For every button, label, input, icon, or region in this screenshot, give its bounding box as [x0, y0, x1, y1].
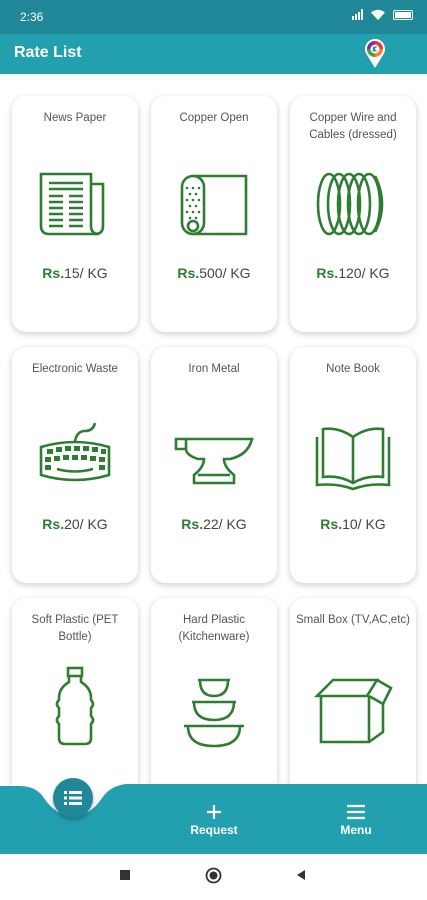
price-value: 15	[64, 265, 80, 281]
card-name: Note Book	[326, 363, 380, 375]
newspaper-icon	[35, 162, 115, 246]
rate-card-copper-open[interactable]: Copper Open Rs.500/ KG	[151, 96, 277, 332]
rate-card-soft-plastic[interactable]: Soft Plastic (PET Bottle)	[12, 598, 138, 786]
price-unit: / KG	[361, 265, 390, 281]
recents-icon[interactable]	[119, 869, 131, 881]
app-bar: Rate List	[0, 34, 427, 74]
card-price: Rs.15/ KG	[12, 265, 138, 281]
rate-card-small-box[interactable]: Small Box (TV,AC,etc)	[290, 598, 416, 786]
request-button[interactable]: Request	[169, 804, 259, 844]
rate-card-copper-wire[interactable]: Copper Wire and Cables (dressed) Rs.120/…	[290, 96, 416, 332]
keyboard-icon	[35, 413, 115, 497]
rate-card-hard-plastic[interactable]: Hard Plastic (Kitchenware)	[151, 598, 277, 786]
currency-label: Rs.	[42, 516, 65, 532]
card-price: Rs.500/ KG	[151, 265, 277, 281]
rate-card-note-book[interactable]: Note Book Rs.10/ KG	[290, 347, 416, 583]
card-name: Copper Open	[179, 112, 249, 124]
status-bar: 2:36	[0, 0, 427, 34]
price-unit: / KG	[222, 265, 251, 281]
price-unit: / KG	[357, 516, 386, 532]
hamburger-icon	[347, 804, 365, 820]
status-time: 2:36	[20, 10, 44, 24]
bowls-icon	[174, 664, 254, 748]
wifi-icon	[371, 9, 385, 20]
card-name: Soft Plastic (PET Bottle)	[31, 614, 119, 643]
price-value: 20	[64, 516, 80, 532]
signal-icon	[352, 9, 363, 20]
card-price: Rs.20/ KG	[12, 516, 138, 532]
page-title: Rate List	[14, 44, 82, 61]
currency-label: Rs.	[181, 516, 204, 532]
price-value: 500	[199, 265, 223, 281]
rate-card-news-paper[interactable]: News Paper Rs.15/ KG	[12, 96, 138, 332]
home-icon[interactable]	[205, 867, 222, 884]
currency-label: Rs.	[177, 265, 200, 281]
price-unit: / KG	[218, 516, 247, 532]
card-price: Rs.22/ KG	[151, 516, 277, 532]
price-unit: / KG	[79, 516, 108, 532]
request-label: Request	[190, 823, 238, 837]
back-icon[interactable]	[295, 869, 307, 881]
box-icon	[313, 664, 393, 748]
card-name: News Paper	[43, 112, 107, 124]
rate-list-grid[interactable]: News Paper Rs.15/ KG Copper Open Rs.500/…	[0, 74, 427, 786]
rate-card-electronic-waste[interactable]: Electronic Waste Rs.20/ KG	[12, 347, 138, 583]
price-value: 22	[203, 516, 219, 532]
logo-icon[interactable]	[363, 37, 387, 71]
menu-label: Menu	[340, 823, 372, 837]
plus-icon	[207, 805, 221, 819]
copper-sheet-icon	[174, 162, 254, 246]
bottle-icon	[35, 664, 115, 748]
card-name: Copper Wire and Cables (dressed)	[309, 112, 397, 141]
card-name: Electronic Waste	[32, 363, 118, 375]
card-price: Rs.120/ KG	[290, 265, 416, 281]
open-book-icon	[313, 413, 393, 497]
menu-button[interactable]: Menu	[311, 804, 401, 844]
rate-card-iron-metal[interactable]: Iron Metal Rs.22/ KG	[151, 347, 277, 583]
currency-label: Rs.	[42, 265, 65, 281]
anvil-icon	[174, 413, 254, 497]
card-name: Iron Metal	[188, 363, 240, 375]
wire-coil-icon	[313, 162, 393, 246]
system-nav-bar	[0, 854, 427, 900]
price-unit: / KG	[79, 265, 108, 281]
status-icons	[352, 9, 413, 20]
currency-label: Rs.	[320, 516, 343, 532]
list-icon	[64, 791, 82, 805]
currency-label: Rs.	[316, 265, 339, 281]
battery-icon	[393, 9, 413, 20]
price-value: 120	[338, 265, 362, 281]
card-price: Rs.10/ KG	[290, 516, 416, 532]
price-value: 10	[342, 516, 358, 532]
card-name: Hard Plastic (Kitchenware)	[178, 614, 250, 643]
card-name: Small Box (TV,AC,etc)	[296, 614, 410, 626]
rate-list-fab-button[interactable]	[53, 778, 93, 818]
